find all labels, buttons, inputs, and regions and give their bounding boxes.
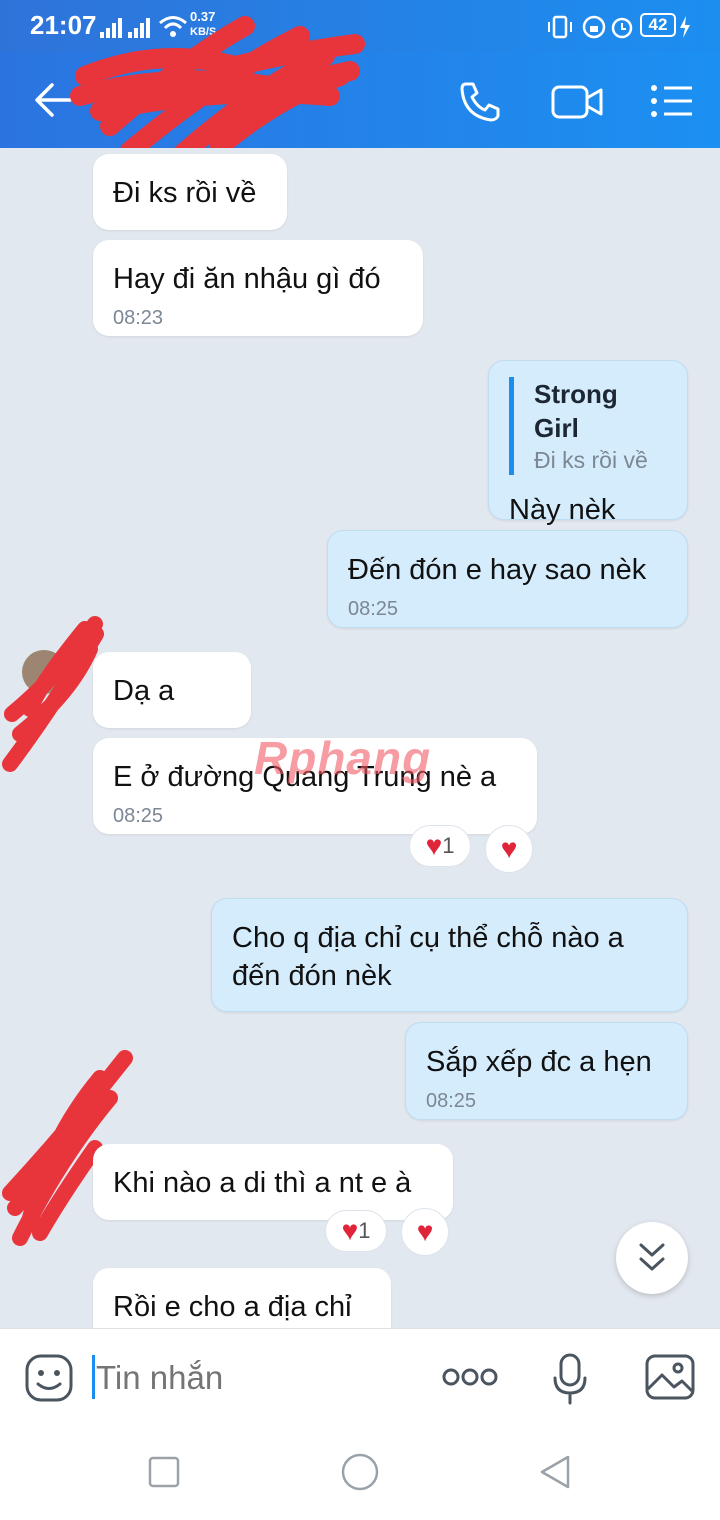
message-text: Này nèk — [509, 494, 616, 526]
message-time: 08:25 — [426, 1090, 477, 1112]
message-time: 08:25 — [348, 598, 399, 620]
react-button[interactable]: ♥ — [485, 825, 533, 873]
more-dots-icon[interactable] — [442, 1367, 498, 1387]
message-text: Rồi e cho a địa chỉ — [113, 1291, 352, 1323]
quote-author: Strong Girl — [534, 379, 618, 443]
quoted-message[interactable]: Strong Girl Đi ks rồi về — [509, 377, 667, 475]
battery-icon: 42 — [640, 13, 676, 37]
heart-icon: ♥ — [500, 833, 518, 864]
charging-icon — [680, 16, 690, 38]
vibrate-icon — [548, 15, 572, 39]
message-time: 08:23 — [113, 307, 164, 329]
message-text: Khi nào a di thì a nt e à — [113, 1167, 412, 1199]
heart-icon: ♥ — [416, 1216, 434, 1247]
message-text: Hay đi ăn nhậu gì đó — [113, 263, 381, 295]
outgoing-reply-bubble[interactable]: Strong Girl Đi ks rồi về Này nèk — [488, 360, 688, 526]
outgoing-message-bubble[interactable]: Cho q địa chỉ cụ thể chỗ nào a đến đón n… — [211, 898, 688, 1012]
incoming-message-bubble[interactable]: Rồi e cho a địa chỉ — [93, 1268, 391, 1328]
home-circle-icon[interactable] — [340, 1452, 380, 1492]
message-text: Dạ a — [113, 675, 175, 707]
phone-icon[interactable] — [458, 80, 502, 122]
message-text: Cho q địa chỉ cụ thể chỗ nào a đến đón n… — [232, 922, 624, 992]
recent-apps-icon[interactable] — [148, 1456, 180, 1488]
quote-text: Đi ks rồi về — [534, 447, 648, 473]
outgoing-message-bubble[interactable]: Sắp xếp đc a hẹn 08:25 — [405, 1022, 688, 1120]
react-button[interactable]: ♥ — [401, 1208, 449, 1256]
heart-icon: ♥ — [425, 830, 443, 861]
message-composer — [0, 1328, 720, 1425]
message-list[interactable]: Đi ks rồi về Hay đi ăn nhậu gì đó 08:23 … — [0, 148, 720, 1328]
triangle-back-icon[interactable] — [538, 1454, 572, 1490]
watermark: Rphang — [254, 732, 432, 784]
incoming-message-bubble[interactable]: Đi ks rồi về — [93, 154, 287, 230]
message-text: Sắp xếp đc a hẹn — [426, 1046, 652, 1078]
incoming-message-bubble[interactable]: Dạ a — [93, 652, 251, 728]
message-input[interactable] — [92, 1347, 428, 1409]
reaction-count: 1 — [358, 1218, 371, 1243]
double-chevron-down-icon — [639, 1243, 665, 1271]
image-icon[interactable] — [644, 1353, 696, 1401]
system-nav-bar — [0, 1424, 720, 1520]
incoming-message-bubble[interactable]: Hay đi ăn nhậu gì đó 08:23 — [93, 240, 423, 336]
message-text: Đi ks rồi về — [113, 177, 257, 209]
reaction-count: 1 — [442, 833, 455, 858]
alarm-icon — [611, 17, 633, 39]
microphone-icon[interactable] — [552, 1353, 588, 1405]
outgoing-message-bubble[interactable]: Đến đón e hay sao nèk 08:25 — [327, 530, 688, 628]
video-camera-icon[interactable] — [550, 84, 604, 120]
chat-header — [0, 16, 720, 166]
scroll-to-bottom-button[interactable] — [616, 1222, 688, 1294]
back-arrow-icon[interactable] — [34, 82, 74, 118]
sticker-face-icon[interactable] — [24, 1353, 74, 1403]
message-time: 08:25 — [113, 805, 164, 827]
lock-rotation-icon — [582, 15, 606, 39]
list-menu-icon[interactable] — [650, 84, 694, 118]
incoming-message-bubble[interactable]: Khi nào a di thì a nt e à — [93, 1144, 453, 1220]
message-text: Đến đón e hay sao nèk — [348, 554, 647, 586]
reaction-summary[interactable]: ♥ 1 — [325, 1210, 387, 1252]
reaction-summary[interactable]: ♥ 1 — [409, 825, 471, 867]
heart-icon: ♥ — [341, 1215, 359, 1246]
